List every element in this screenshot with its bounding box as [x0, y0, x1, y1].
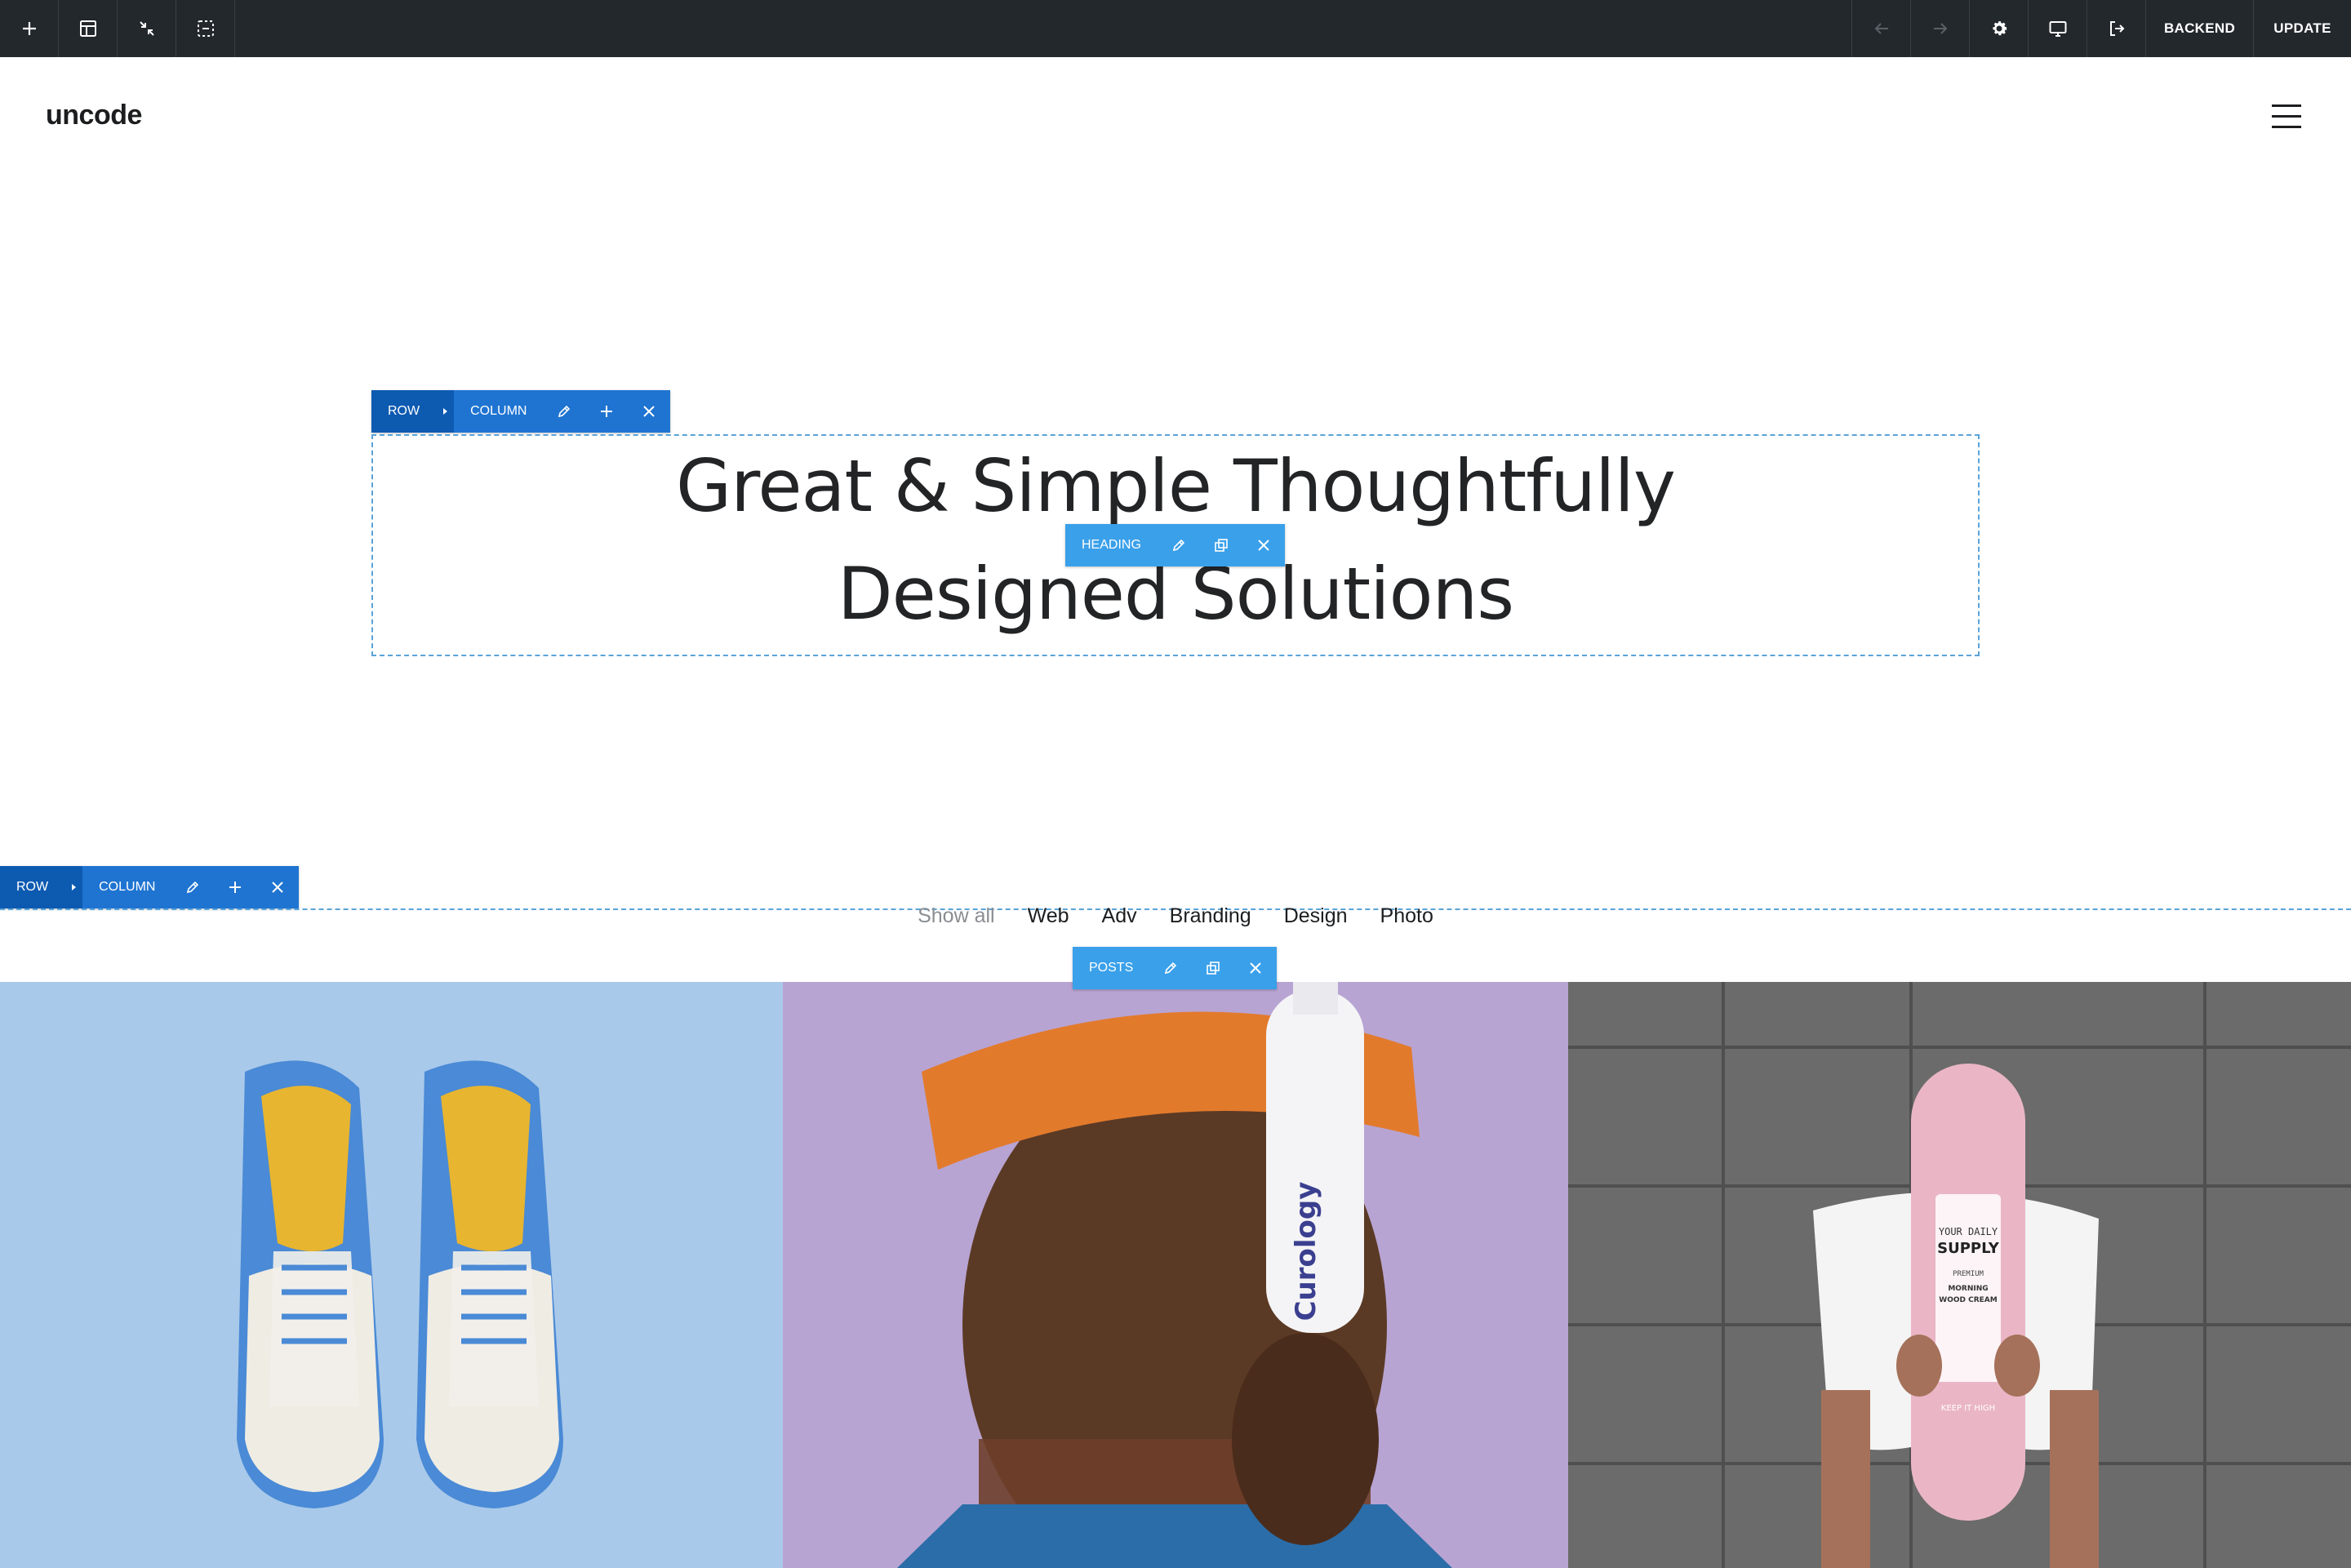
- delete-heading-button[interactable]: [1242, 524, 1285, 566]
- hamburger-icon[interactable]: [2272, 104, 2301, 129]
- builder-toolbar: BACKEND UPDATE: [0, 0, 2351, 57]
- posts-element-controls: POSTS: [1073, 947, 1278, 989]
- row-tab[interactable]: ROW: [0, 866, 65, 908]
- portfolio-tile-curology[interactable]: Curology: [783, 982, 1568, 1568]
- collapse-icon: [139, 21, 154, 36]
- filter-branding[interactable]: Branding: [1170, 904, 1251, 928]
- exit-button[interactable]: [2087, 0, 2145, 57]
- redo-arrow-icon: [1933, 23, 1947, 34]
- update-button[interactable]: UPDATE: [2253, 0, 2351, 57]
- plus-icon: [229, 882, 242, 893]
- duplicate-heading-button[interactable]: [1200, 524, 1242, 566]
- column-tab[interactable]: COLUMN: [82, 866, 172, 908]
- heading-tab[interactable]: HEADING: [1065, 524, 1158, 566]
- gear-icon: [1992, 21, 2007, 36]
- bottle-brand-text: Curology: [1290, 1182, 1322, 1321]
- site-logo[interactable]: uncode: [46, 100, 142, 131]
- filter-adv[interactable]: Adv: [1102, 904, 1137, 928]
- preview-button[interactable]: [2028, 0, 2087, 57]
- heading-element-controls: HEADING: [1065, 524, 1285, 566]
- select-button[interactable]: [176, 0, 235, 57]
- portfolio-filters: Show all Web Adv Branding Design Photo: [0, 904, 2351, 928]
- layout-button[interactable]: [59, 0, 118, 57]
- close-icon: [1258, 540, 1269, 551]
- settings-button[interactable]: [1969, 0, 2028, 57]
- close-icon: [272, 882, 284, 893]
- undo-arrow-icon: [1874, 23, 1888, 34]
- row-tab[interactable]: ROW: [371, 390, 437, 433]
- skateboard-image: YOUR DAILY SUPPLY PREMIUM MORNING WOOD C…: [1568, 982, 2351, 1568]
- redo-button[interactable]: [1910, 0, 1969, 57]
- pencil-icon: [1165, 962, 1177, 975]
- deck-text-5: WOOD CREAM: [1939, 1296, 1997, 1304]
- collapse-button[interactable]: [118, 0, 176, 57]
- undo-button[interactable]: [1851, 0, 1910, 57]
- filter-show-all[interactable]: Show all: [918, 904, 995, 928]
- pencil-icon: [558, 405, 571, 418]
- layout-icon: [79, 20, 96, 37]
- backend-button[interactable]: BACKEND: [2145, 0, 2253, 57]
- add-column-button[interactable]: [214, 866, 257, 908]
- caret-right-icon: [436, 390, 455, 433]
- delete-column-button[interactable]: [256, 866, 300, 908]
- add-element-button[interactable]: [0, 0, 59, 57]
- exit-icon: [2109, 21, 2124, 36]
- duplicate-icon: [1207, 962, 1220, 975]
- plus-icon: [22, 22, 36, 35]
- edit-heading-button[interactable]: [1158, 524, 1200, 566]
- caret-right-icon: [64, 866, 83, 908]
- deck-text-2: SUPPLY: [1937, 1240, 2000, 1257]
- filter-photo[interactable]: Photo: [1380, 904, 1433, 928]
- pencil-icon: [1172, 539, 1185, 552]
- filter-web[interactable]: Web: [1028, 904, 1069, 928]
- close-icon: [1250, 962, 1261, 974]
- duplicate-posts-button[interactable]: [1192, 947, 1234, 989]
- portfolio-tile-sneakers[interactable]: [0, 982, 783, 1568]
- delete-column-button[interactable]: [628, 390, 671, 433]
- edit-posts-button[interactable]: [1149, 947, 1192, 989]
- monitor-icon: [2049, 21, 2066, 37]
- close-icon: [643, 406, 656, 417]
- deck-text-4: MORNING: [1948, 1285, 1988, 1293]
- deck-text-6: KEEP IT HIGH: [1941, 1404, 1995, 1413]
- hero-row-controls: ROW COLUMN: [371, 390, 671, 433]
- filter-design[interactable]: Design: [1284, 904, 1348, 928]
- plus-icon: [601, 406, 613, 417]
- posts-row-controls: ROW COLUMN: [0, 866, 300, 908]
- edit-column-button[interactable]: [171, 866, 215, 908]
- select-icon: [197, 20, 214, 37]
- portfolio-tile-skateboard[interactable]: YOUR DAILY SUPPLY PREMIUM MORNING WOOD C…: [1568, 982, 2351, 1568]
- add-column-button[interactable]: [585, 390, 629, 433]
- deck-text-1: YOUR DAILY: [1939, 1226, 1998, 1237]
- man-with-bottle-image: Curology: [783, 982, 1568, 1568]
- edit-column-button[interactable]: [543, 390, 586, 433]
- duplicate-icon: [1215, 539, 1228, 552]
- delete-posts-button[interactable]: [1234, 947, 1277, 989]
- sneakers-image: [0, 982, 783, 1568]
- deck-text-3: PREMIUM: [1953, 1270, 1984, 1278]
- posts-tab[interactable]: POSTS: [1073, 947, 1149, 989]
- pencil-icon: [187, 881, 199, 894]
- column-tab[interactable]: COLUMN: [454, 390, 544, 433]
